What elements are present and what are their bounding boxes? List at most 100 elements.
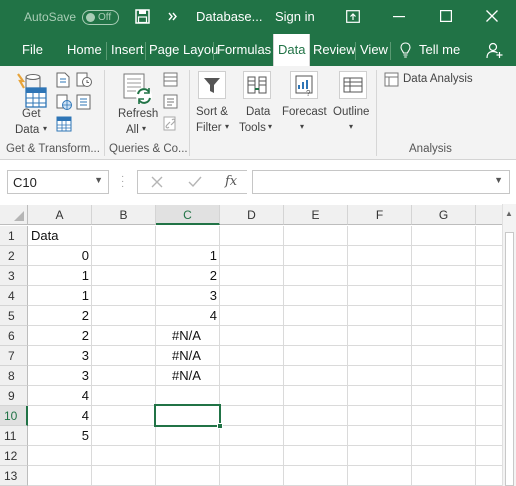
get-data-label-2: Data <box>15 124 40 136</box>
row-header-4[interactable]: 4 <box>0 286 28 306</box>
cell-a8[interactable]: 3 <box>28 366 91 386</box>
group-analysis: Analysis <box>409 143 452 155</box>
recent-sources-icon[interactable] <box>76 72 92 88</box>
select-all-button[interactable] <box>0 205 28 225</box>
cell-a3[interactable]: 1 <box>28 266 91 286</box>
tab-formulas[interactable]: Formulas <box>217 42 271 57</box>
tab-page-layout[interactable]: Page Layou <box>149 42 218 57</box>
scroll-up-icon[interactable]: ▲ <box>505 209 513 218</box>
vertical-scrollbar[interactable]: ▲ <box>502 204 516 486</box>
forecast-icon: ? <box>290 71 318 99</box>
column-header-e[interactable]: E <box>284 205 348 225</box>
gridline <box>28 385 502 386</box>
formula-bar: C10 ▼ · · · fx ▼ <box>0 160 516 204</box>
toggle-knob <box>86 13 95 22</box>
get-data-label-1: Get <box>22 108 41 120</box>
cell-c8[interactable]: #N/A <box>172 366 219 386</box>
row-header-2[interactable]: 2 <box>0 246 28 266</box>
chevron-down-icon[interactable]: ▼ <box>94 175 103 185</box>
tab-divider <box>355 42 356 60</box>
column-header-f[interactable]: F <box>348 205 412 225</box>
gridline <box>475 226 476 486</box>
column-header-c[interactable]: C <box>156 205 220 225</box>
cell-c2[interactable]: 1 <box>156 246 219 266</box>
group-get-transform: Get & Transform... <box>6 143 100 155</box>
tab-file[interactable]: File <box>22 42 43 57</box>
row-header-10[interactable]: 10 <box>0 406 28 426</box>
cell-c5[interactable]: 4 <box>156 306 219 326</box>
expand-formula-bar-icon[interactable]: ▼ <box>494 175 503 185</box>
row-header-7[interactable]: 7 <box>0 346 28 366</box>
quick-access-more-icon[interactable] <box>168 12 178 21</box>
from-text-csv-icon[interactable] <box>56 72 70 88</box>
cell-a9[interactable]: 4 <box>28 386 91 406</box>
column-header-b[interactable]: B <box>92 205 156 225</box>
row-header-6[interactable]: 6 <box>0 326 28 346</box>
gridline <box>28 285 502 286</box>
close-icon[interactable] <box>486 10 498 22</box>
edit-links-icon[interactable] <box>163 116 178 131</box>
gridline <box>219 226 220 486</box>
cell-c4[interactable]: 3 <box>156 286 219 306</box>
autosave-label: AutoSave <box>24 10 77 24</box>
row-header-9[interactable]: 9 <box>0 386 28 406</box>
row-header-13[interactable]: 13 <box>0 466 28 486</box>
tab-view[interactable]: View <box>360 42 388 57</box>
share-icon[interactable] <box>486 42 503 59</box>
cell-a6[interactable]: 2 <box>28 326 91 346</box>
cell-a10[interactable]: 4 <box>28 406 91 426</box>
cell-a5[interactable]: 2 <box>28 306 91 326</box>
queries-connections-icon[interactable] <box>163 72 178 87</box>
row-header-1[interactable]: 1 <box>0 226 28 246</box>
fill-handle[interactable] <box>217 423 223 429</box>
enter-check-icon[interactable] <box>188 176 202 188</box>
existing-connections-icon[interactable] <box>76 94 92 110</box>
gridline <box>91 226 92 486</box>
title-bar: AutoSave Off Database... Sign in <box>0 0 516 34</box>
cell-a7[interactable]: 3 <box>28 346 91 366</box>
spreadsheet-grid[interactable]: A B C D E F G 1 2 3 4 5 6 7 8 9 10 11 12… <box>0 204 516 486</box>
row-header-12[interactable]: 12 <box>0 446 28 466</box>
from-table-icon[interactable] <box>56 116 72 132</box>
insert-function-icon[interactable]: fx <box>225 174 237 189</box>
tab-review[interactable]: Review <box>313 42 356 57</box>
formula-buttons: fx <box>137 170 247 194</box>
select-all-triangle <box>14 211 24 221</box>
tab-data[interactable]: Data <box>273 34 311 66</box>
row-header-8[interactable]: 8 <box>0 366 28 386</box>
column-header-g[interactable]: G <box>412 205 476 225</box>
name-box[interactable]: C10 ▼ <box>7 170 109 194</box>
cell-c7[interactable]: #N/A <box>172 346 219 366</box>
tell-me-search[interactable]: Tell me <box>419 42 460 57</box>
tab-insert[interactable]: Insert <box>111 42 144 57</box>
row-header-11[interactable]: 11 <box>0 426 28 446</box>
cell-a4[interactable]: 1 <box>28 286 91 306</box>
gridline <box>28 325 502 326</box>
row-header-5[interactable]: 5 <box>0 306 28 326</box>
save-icon[interactable] <box>135 9 150 24</box>
cancel-icon[interactable] <box>151 176 163 188</box>
formula-bar-grip[interactable]: · · · <box>121 172 124 192</box>
column-header-h[interactable] <box>476 205 502 225</box>
cell-c6[interactable]: #N/A <box>172 326 219 346</box>
minimize-icon[interactable] <box>393 16 405 18</box>
column-header-d[interactable]: D <box>220 205 284 225</box>
cell-c3[interactable]: 2 <box>156 266 219 286</box>
refresh-all-label-1: Refresh <box>118 108 159 120</box>
active-cell-c10[interactable] <box>154 404 223 429</box>
cell-a1[interactable]: Data <box>31 226 91 246</box>
cell-a11[interactable]: 5 <box>28 426 91 446</box>
maximize-icon[interactable] <box>440 10 452 22</box>
from-web-icon[interactable] <box>56 94 72 110</box>
autosave-toggle[interactable]: Off <box>82 10 119 25</box>
properties-icon[interactable] <box>163 94 178 109</box>
chevron-down-icon: ▾ <box>349 122 354 131</box>
row-header-3[interactable]: 3 <box>0 266 28 286</box>
cell-a2[interactable]: 0 <box>28 246 91 266</box>
column-header-a[interactable]: A <box>28 205 92 225</box>
formula-input[interactable]: ▼ <box>252 170 510 194</box>
signin-link[interactable]: Sign in <box>275 9 315 24</box>
tab-home[interactable]: Home <box>67 42 102 57</box>
scrollbar-thumb[interactable] <box>505 232 514 486</box>
ribbon-display-options-icon[interactable] <box>346 10 360 23</box>
